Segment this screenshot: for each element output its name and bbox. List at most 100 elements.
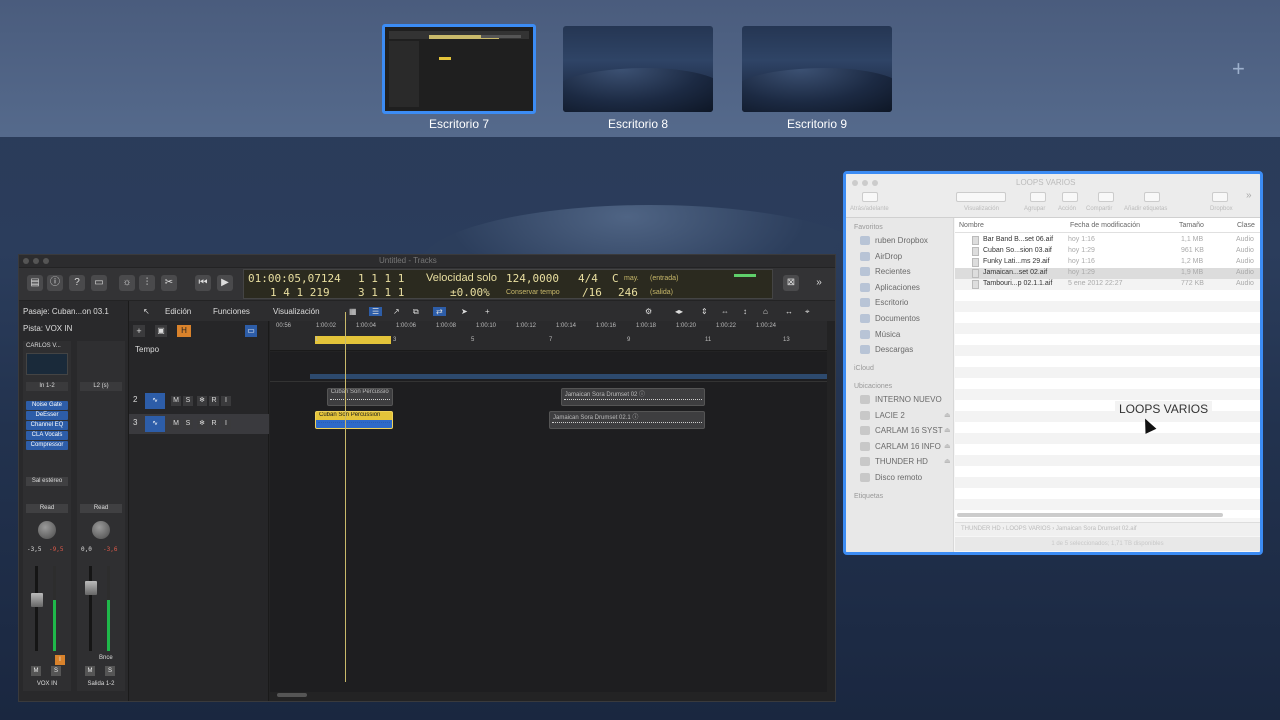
toolbar-icon[interactable]: ▭ [91, 275, 107, 291]
zoom-out-icon[interactable]: ◂▸ [675, 307, 683, 316]
sidebar-item-favorite[interactable]: Documentos [860, 314, 920, 323]
zoom-icon[interactable] [43, 258, 49, 264]
sidebar-item-location[interactable]: CARLAM 16 SYST [860, 426, 943, 436]
track-inspector-label[interactable]: Pista: VOX IN [23, 324, 72, 333]
bounce-button[interactable]: Bnce [99, 655, 113, 661]
input-monitor-button[interactable]: I [55, 655, 65, 665]
editors-icon[interactable]: ✂ [161, 275, 177, 291]
tags-icon[interactable] [1144, 192, 1160, 202]
output-fader-track[interactable] [89, 566, 92, 651]
hide-button[interactable]: H [177, 325, 191, 337]
flex-icon[interactable]: ↗ [393, 307, 400, 316]
grid-icon[interactable]: ▦ [349, 307, 357, 316]
plugin-slot-3[interactable]: Channel EQ [26, 421, 68, 430]
logic-window[interactable]: Untitled - Tracks ▤ ⓘ ? ▭ ☼ ⫶ ✂ ⏮ ▶ 01:0… [18, 254, 836, 702]
expand-icon[interactable]: ↔ [785, 307, 793, 316]
volume-fader[interactable] [31, 593, 43, 607]
column-name[interactable]: Nombre [959, 222, 984, 229]
rewind-icon[interactable]: ⏮ [195, 275, 211, 291]
input-slot[interactable]: In 1-2 [26, 382, 68, 391]
file-row[interactable]: Bar Band B...set 06.aif hoy 1:16 1,1 MB Aud… [955, 235, 1260, 246]
settings-icon[interactable]: ⚙ [645, 307, 652, 316]
plugin-slot-1[interactable]: Noise Gate [26, 401, 68, 410]
folder-icon[interactable]: ▣ [155, 325, 167, 337]
action-icon[interactable] [1062, 192, 1078, 202]
file-row[interactable]: Cuban So...sion 03.aif hoy 1:29 961 KB Audi… [955, 246, 1260, 257]
share-icon[interactable] [1098, 192, 1114, 202]
view-icon[interactable] [956, 192, 1006, 202]
output-fader[interactable] [85, 581, 97, 595]
list-view-icon[interactable]: ☰ [369, 307, 383, 316]
solo-button[interactable]: S [51, 666, 61, 676]
pointer-tool-icon[interactable]: ➤ [461, 307, 468, 316]
cycle-range[interactable] [315, 336, 391, 344]
desktop-thumb-7[interactable] [382, 24, 536, 114]
track-mute-button[interactable]: M [171, 419, 181, 429]
sidebar-item-location[interactable]: CARLAM 16 INFO [860, 441, 941, 451]
sidebar-item-favorite[interactable]: Escritorio [860, 298, 908, 308]
output-pan-knob[interactable] [92, 521, 110, 539]
sidebar-item-location[interactable]: Disco remoto [860, 473, 922, 482]
close-icon[interactable] [852, 180, 858, 186]
minimize-icon[interactable] [862, 180, 868, 186]
output-slot[interactable]: Sal estéreo [26, 477, 68, 486]
output-mute-button[interactable]: M [85, 666, 95, 676]
horizontal-scrollbar[interactable] [957, 513, 1223, 517]
sidebar-item-favorite[interactable]: Música [860, 329, 900, 339]
catch-icon[interactable]: ⇄ [433, 307, 446, 316]
plus-icon[interactable]: + [1232, 56, 1245, 82]
eject-icon[interactable]: ⏏ [944, 426, 951, 434]
track-solo-button[interactable]: S [183, 419, 193, 429]
minimize-icon[interactable] [33, 258, 39, 264]
file-row[interactable]: Tambouri...p 02.1.1.aif 5 ene 2012 22:27 7… [955, 279, 1260, 290]
audio-region[interactable]: Cuban Son Percussion [315, 411, 393, 429]
track-record-button[interactable]: R [209, 396, 219, 406]
track-input-button[interactable]: I [221, 396, 231, 406]
play-icon[interactable]: ▶ [217, 275, 233, 291]
more-icon[interactable]: » [1246, 190, 1252, 201]
horizontal-zoom-icon[interactable]: ⇔ [721, 307, 729, 316]
lock-icon[interactable]: ⌂ [763, 307, 768, 316]
dropbox-icon[interactable] [1212, 192, 1228, 202]
file-row[interactable]: Jamaican...set 02.aif hoy 1:29 1,9 MB Audio [955, 268, 1260, 279]
mute-button[interactable]: M [31, 666, 41, 676]
plugin-slot-5[interactable]: Compressor [26, 441, 68, 450]
waveform-icon[interactable]: ⧉ [413, 307, 419, 317]
eject-icon[interactable]: ⏏ [944, 442, 951, 450]
sidebar-item-location[interactable]: LACIE 2 [860, 410, 905, 420]
automation-mode[interactable]: Read [26, 504, 68, 513]
path-bar[interactable]: THUNDER HD › LOOPS VARIOS › Jamaican Sor… [955, 522, 1260, 536]
column-date[interactable]: Fecha de modificación [1070, 222, 1140, 229]
back-icon[interactable]: ↖ [143, 307, 150, 316]
more-icon[interactable]: » [811, 275, 827, 291]
playhead[interactable] [345, 312, 346, 682]
file-row[interactable]: Funky Lati...ms 29.aif hoy 1:16 1,2 MB Audi… [955, 257, 1260, 268]
mixer-icon[interactable]: ⫶ [139, 275, 155, 291]
sidebar-item-favorite[interactable]: Aplicaciones [860, 282, 920, 292]
plugin-slot-2[interactable]: DeEsser [26, 411, 68, 420]
menu-edicion[interactable]: Edición [165, 307, 191, 316]
audio-region[interactable]: Cuban Son Percussio [326, 388, 393, 406]
sidebar-item-location[interactable]: INTERNO NUEVO [860, 395, 942, 404]
close-icon[interactable] [23, 258, 29, 264]
global-tracks-icon[interactable]: ▭ [245, 325, 257, 337]
desktop-thumb-8[interactable] [563, 26, 713, 112]
sidebar-item-favorite[interactable]: ruben Dropbox [860, 236, 928, 245]
pencil-tool-icon[interactable]: + [485, 307, 490, 316]
pan-knob[interactable] [38, 521, 56, 539]
lcd-display[interactable]: 01:00:05,07124 1 1 1 1 1 4 1 219 3 1 1 1… [243, 269, 773, 299]
sidebar-item-location[interactable]: THUNDER HD [860, 457, 928, 467]
audio-region[interactable]: Jamaican Sora Drumset 02 ⓘ [560, 388, 705, 406]
sidebar-item-favorite[interactable]: Descargas [860, 345, 913, 355]
finder-window[interactable]: LOOPS VARIOS Atrás/adelante Visualizació… [843, 171, 1263, 555]
plugin-slot-4[interactable]: CLA Vocals [26, 431, 68, 440]
output-automation-mode[interactable]: Read [80, 504, 122, 513]
column-size[interactable]: Tamaño [1179, 222, 1204, 229]
region-inspector-label[interactable]: Pasaje: Cuban...on 03.1 [23, 307, 109, 316]
eq-thumbnail[interactable] [26, 353, 68, 375]
desktop-thumb-9[interactable] [742, 26, 892, 112]
track-input-button[interactable]: I [221, 419, 231, 429]
output-input-slot[interactable]: L2 (s) [80, 382, 122, 391]
track-freeze-button[interactable]: ❄ [197, 419, 207, 429]
smart-controls-icon[interactable]: ☼ [119, 275, 135, 291]
